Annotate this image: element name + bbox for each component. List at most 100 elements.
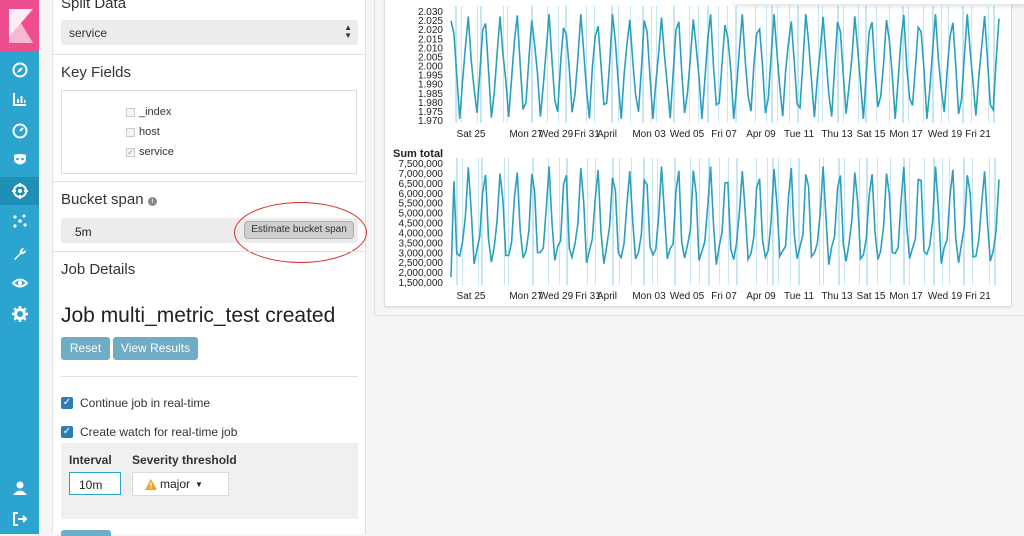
checkbox-icon[interactable] bbox=[126, 107, 135, 117]
tooltip-edge bbox=[735, 0, 1024, 4]
checkmark-icon[interactable]: ✓ bbox=[126, 147, 135, 157]
monitoring-eye-icon[interactable] bbox=[0, 269, 39, 297]
interval-label: Interval bbox=[69, 453, 112, 467]
x-tick-label: Sat 15 bbox=[857, 129, 886, 140]
anomaly-band bbox=[755, 6, 756, 123]
key-fields-title: Key Fields bbox=[61, 64, 132, 81]
x-tick-label: Thu 13 bbox=[821, 129, 853, 140]
anomaly-band bbox=[619, 158, 620, 285]
anomaly-band bbox=[798, 158, 800, 285]
key-field-host[interactable]: host bbox=[126, 126, 160, 138]
checkmark-icon[interactable]: ✓ bbox=[61, 426, 73, 438]
graph-nodes-icon[interactable] bbox=[0, 207, 39, 235]
anomaly-band bbox=[707, 6, 709, 123]
anomaly-band bbox=[612, 158, 614, 285]
x-tick-label: Mon 17 bbox=[889, 129, 923, 140]
anomaly-band bbox=[565, 6, 567, 123]
anomaly-band bbox=[767, 158, 768, 285]
anomaly-band bbox=[699, 158, 700, 285]
split-data-select[interactable]: service ▲ ▼ bbox=[61, 20, 358, 45]
anomaly-band bbox=[876, 6, 877, 123]
anomaly-band bbox=[994, 158, 996, 285]
key-field-label: host bbox=[139, 126, 160, 138]
job-settings-panel: Split Data service ▲ ▼ Key Fields _index … bbox=[52, 0, 367, 536]
key-fields-box bbox=[61, 90, 357, 174]
x-tick-label: Wed 05 bbox=[670, 129, 705, 140]
create-watch-checkbox[interactable]: ✓ Create watch for real-time job bbox=[61, 425, 237, 439]
x-tick-label: Tue 11 bbox=[784, 291, 814, 302]
user-icon[interactable] bbox=[0, 474, 39, 502]
key-field-index[interactable]: _index bbox=[126, 106, 171, 118]
anomaly-band bbox=[618, 6, 619, 123]
visualize-bar-chart-icon[interactable] bbox=[0, 85, 39, 113]
kibana-logo-icon[interactable] bbox=[0, 0, 39, 52]
anomaly-band bbox=[594, 6, 595, 123]
dashboard-gauge-icon[interactable] bbox=[0, 117, 39, 145]
bucket-span-title: Bucket span i bbox=[61, 191, 157, 208]
checkmark-icon[interactable]: ✓ bbox=[61, 397, 73, 409]
anomaly-band bbox=[595, 158, 596, 285]
view-results-button[interactable]: View Results bbox=[113, 337, 198, 360]
x-tick-label: Fri 21 bbox=[965, 291, 991, 302]
checkbox-icon[interactable] bbox=[126, 127, 135, 137]
caret-down-icon: ▼ bbox=[195, 479, 203, 489]
info-icon[interactable]: i bbox=[147, 197, 157, 206]
job-details-title: Job Details bbox=[61, 261, 136, 278]
divider bbox=[61, 376, 358, 377]
x-tick-label: Fri 21 bbox=[965, 129, 991, 140]
anomaly-band bbox=[736, 158, 738, 285]
management-gear-icon[interactable] bbox=[0, 300, 39, 328]
severity-threshold-label: Severity threshold bbox=[132, 453, 237, 467]
key-field-label: _index bbox=[139, 106, 172, 118]
continue-realtime-label: Continue job in real-time bbox=[80, 396, 211, 410]
divider bbox=[53, 181, 366, 182]
anomaly-band bbox=[586, 6, 587, 123]
y-tick-label: 1.970 bbox=[418, 116, 443, 127]
anomaly-band bbox=[924, 158, 925, 285]
x-tick-label: April bbox=[597, 129, 617, 140]
x-tick-label: Sat 15 bbox=[857, 291, 886, 302]
x-tick-label: Apr 09 bbox=[746, 291, 776, 302]
anomaly-band bbox=[756, 158, 757, 285]
key-field-label: service bbox=[139, 146, 174, 158]
x-tick-label: Fri 07 bbox=[711, 291, 737, 302]
charts-panel: 2.030 2.025 2.020 2.015 2.010 2.005 2.000 1.995… bbox=[384, 0, 1012, 307]
x-tick-label: Mon 17 bbox=[889, 291, 923, 302]
dev-tools-wrench-icon[interactable] bbox=[0, 240, 39, 268]
divider bbox=[53, 251, 366, 252]
anomaly-band bbox=[719, 158, 720, 285]
logout-icon[interactable] bbox=[0, 505, 39, 533]
charts-svg: 2.0302.0252.0202.0152.0102.0052.0001.995… bbox=[393, 6, 1000, 302]
anomaly-band bbox=[559, 158, 560, 285]
continue-realtime-checkbox[interactable]: ✓ Continue job in real-time bbox=[61, 396, 210, 410]
bottom-button-partial[interactable] bbox=[61, 530, 111, 536]
anomaly-band bbox=[652, 158, 653, 285]
split-data-value: service bbox=[69, 26, 108, 40]
left-nav bbox=[0, 0, 39, 534]
anomaly-band bbox=[643, 158, 645, 285]
anomaly-band bbox=[877, 158, 878, 285]
x-tick-label: Wed 19 bbox=[928, 291, 963, 302]
discover-compass-icon[interactable] bbox=[0, 56, 39, 84]
anomaly-band bbox=[462, 158, 463, 285]
x-tick-label: Wed 05 bbox=[670, 291, 705, 302]
machine-learning-icon[interactable] bbox=[0, 177, 39, 205]
create-watch-label: Create watch for real-time job bbox=[80, 425, 238, 439]
x-tick-label: April bbox=[597, 291, 617, 302]
severity-dropdown[interactable]: major ▼ bbox=[132, 472, 229, 496]
bucket-span-label: Bucket span bbox=[61, 191, 144, 208]
x-tick-label: Thu 13 bbox=[821, 291, 853, 302]
x-tick-label: Sat 25 bbox=[457, 291, 486, 302]
timelion-mask-icon[interactable] bbox=[0, 146, 39, 174]
warning-triangle-icon bbox=[145, 478, 157, 490]
anomaly-band bbox=[631, 158, 632, 285]
y-tick-label: 1,500,000 bbox=[399, 278, 444, 289]
key-field-service[interactable]: ✓ service bbox=[126, 146, 174, 158]
reset-button[interactable]: Reset bbox=[61, 337, 110, 360]
interval-input[interactable]: 10m bbox=[69, 472, 121, 495]
split-data-title: Split Data bbox=[61, 0, 127, 12]
x-tick-label: Wed 19 bbox=[928, 129, 963, 140]
anomaly-band bbox=[718, 6, 719, 123]
anomaly-band bbox=[989, 158, 990, 285]
bucket-span-value: 5m bbox=[75, 225, 92, 239]
